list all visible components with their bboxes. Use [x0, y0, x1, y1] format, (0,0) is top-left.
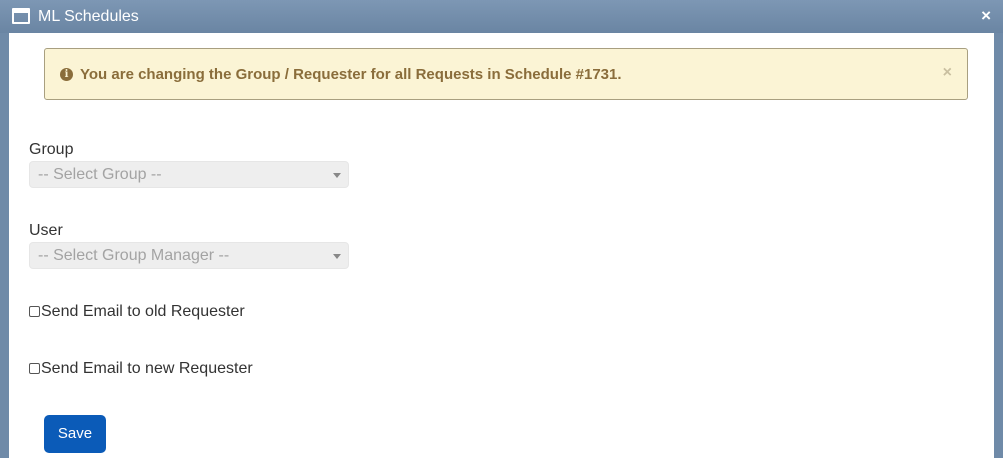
email-old-checkbox[interactable] [29, 306, 40, 317]
info-circle-icon: i [60, 68, 73, 81]
dialog-title: ML Schedules [38, 8, 139, 25]
user-select-value: -- Select Group Manager -- [38, 247, 230, 264]
dialog-content: i You are changing the Group / Requester… [9, 33, 994, 458]
chevron-down-icon [333, 254, 341, 259]
alert-close-icon[interactable]: × [943, 64, 952, 82]
warning-alert: i You are changing the Group / Requester… [44, 48, 968, 100]
group-select-value: -- Select Group -- [38, 166, 162, 183]
email-old-row: Send Email to old Requester [29, 303, 245, 321]
close-icon[interactable]: × [981, 7, 991, 25]
dialog-titlebar[interactable]: ML Schedules × [0, 0, 1003, 33]
group-label: Group [29, 141, 74, 158]
group-select[interactable]: -- Select Group -- [29, 161, 349, 188]
save-button[interactable]: Save [44, 415, 106, 453]
email-new-row: Send Email to new Requester [29, 360, 253, 378]
window-icon [12, 8, 30, 24]
alert-message: You are changing the Group / Requester f… [80, 66, 622, 83]
email-new-checkbox[interactable] [29, 363, 40, 374]
user-select[interactable]: -- Select Group Manager -- [29, 242, 349, 269]
user-label: User [29, 222, 63, 239]
chevron-down-icon [333, 173, 341, 178]
email-old-label[interactable]: Send Email to old Requester [41, 303, 245, 320]
dialog-window: ML Schedules × i You are changing the Gr… [0, 0, 1003, 458]
email-new-label[interactable]: Send Email to new Requester [41, 360, 253, 377]
